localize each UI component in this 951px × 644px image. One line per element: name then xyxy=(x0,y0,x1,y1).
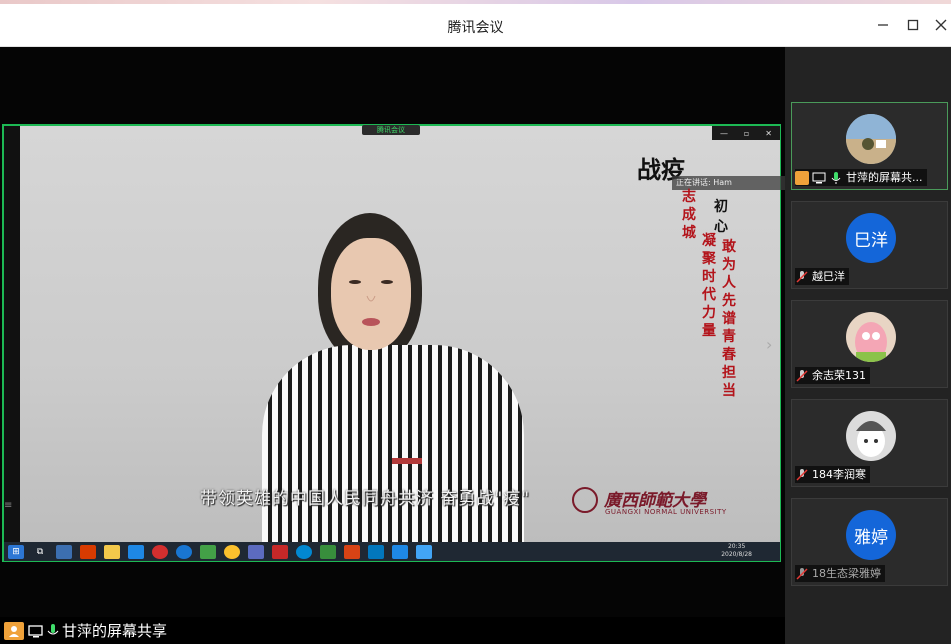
avatar: 巳洋 xyxy=(846,213,896,263)
windows-start-icon: ⊞ xyxy=(8,544,24,559)
office-icon xyxy=(80,544,96,559)
host-avatar-icon xyxy=(4,621,24,640)
participant-name: 越巳洋 xyxy=(812,270,845,283)
participant-tile-3[interactable]: 184李润寒 xyxy=(791,399,948,487)
clock-time: 20:35 xyxy=(727,543,746,550)
mic-muted-icon xyxy=(795,567,809,581)
powerpoint-icon xyxy=(344,544,360,559)
participant-label: 184李润寒 xyxy=(795,466,870,483)
bottom-label-text: 甘萍的屏幕共享 xyxy=(62,622,168,640)
avatar xyxy=(846,411,896,461)
host-icon xyxy=(795,170,809,185)
mic-muted-icon xyxy=(795,369,809,383)
app-icon-3 xyxy=(416,544,432,559)
shared-window-controls: — ▫ ✕ xyxy=(712,126,780,140)
close-icon xyxy=(935,19,947,31)
clock-date: 2020/8/28 xyxy=(721,551,752,558)
avatar xyxy=(846,312,896,362)
university-emblem xyxy=(572,487,598,513)
close-button[interactable] xyxy=(930,14,951,36)
poster-vertical-text-0: 志成城 xyxy=(682,189,696,241)
list-toggle-icon[interactable]: ≡ xyxy=(4,500,12,511)
minimize-button[interactable] xyxy=(872,14,894,36)
mic-on-icon xyxy=(829,171,843,185)
window-titlebar: 腾讯会议 xyxy=(0,4,951,47)
participant-name: 甘萍的屏幕共... xyxy=(846,171,923,184)
app-icon-2 xyxy=(368,544,384,559)
player-icon xyxy=(320,544,336,559)
mic-muted-icon xyxy=(795,468,809,482)
university-name-en: GUANGXI NORMAL UNIVERSITY xyxy=(605,508,727,516)
participant-label: 18生态梁雅婷 xyxy=(795,565,885,582)
browser-icon xyxy=(176,544,192,559)
app-icon xyxy=(56,544,72,559)
explorer-icon xyxy=(104,544,120,559)
avatar xyxy=(846,114,896,164)
chevron-right-icon[interactable]: › xyxy=(766,335,772,354)
adobe-icon xyxy=(272,544,288,559)
participant-tile-1[interactable]: 巳洋 越巳洋 xyxy=(791,201,948,289)
minimize-icon xyxy=(878,24,888,26)
participant-label: 甘萍的屏幕共... xyxy=(795,169,927,186)
mic-muted-icon xyxy=(795,270,809,284)
participant-name: 18生态梁雅婷 xyxy=(812,567,881,580)
task-view-icon: ⧉ xyxy=(36,546,44,557)
iqiyi-icon xyxy=(200,544,216,559)
mic-on-icon xyxy=(47,623,59,639)
taskbar-clock: 20:35 2020/8/28 xyxy=(721,543,752,559)
face-features xyxy=(349,280,393,326)
avatar: 雅婷 xyxy=(846,510,896,560)
window-title: 腾讯会议 xyxy=(447,20,504,36)
vscode-icon xyxy=(248,544,264,559)
screen-share-icon xyxy=(28,623,44,639)
participant-tile-4[interactable]: 雅婷 18生态梁雅婷 xyxy=(791,498,948,586)
name-badge xyxy=(392,458,422,464)
screen-share-owner-label: 甘萍的屏幕共享 xyxy=(4,620,167,641)
participant-name: 余志荣131 xyxy=(812,369,866,382)
maximize-icon xyxy=(907,19,919,31)
poster-heart-text: 初心 xyxy=(714,199,728,235)
maximize-button[interactable] xyxy=(902,14,924,36)
tencent-meeting-icon xyxy=(392,544,408,559)
music-icon xyxy=(152,544,168,559)
mail-icon xyxy=(128,544,144,559)
shared-mini-title: 腾讯会议 xyxy=(362,125,420,135)
presenter-face xyxy=(331,238,411,350)
poster-vertical-text-2: 敢为人先谱青春担当 xyxy=(722,239,736,399)
shared-taskbar: ⊞ ⧉ 20:35 2020/8/28 xyxy=(4,542,780,561)
screen-share-icon xyxy=(812,171,826,185)
video-subtitle: 带领英雄的中国人民同舟共济 奋勇战"疫" xyxy=(200,489,531,509)
presenter-shirt xyxy=(262,345,524,545)
edge-icon xyxy=(296,544,312,559)
chrome-icon xyxy=(224,544,240,559)
participant-tile-0[interactable]: 甘萍的屏幕共... xyxy=(791,102,948,190)
participant-name: 184李润寒 xyxy=(812,468,866,481)
participant-tile-2[interactable]: 余志荣131 xyxy=(791,300,948,388)
poster-vertical-text-1: 凝聚时代力量 xyxy=(702,233,716,339)
participant-label: 越巳洋 xyxy=(795,268,849,285)
participant-label: 余志荣131 xyxy=(795,367,870,384)
